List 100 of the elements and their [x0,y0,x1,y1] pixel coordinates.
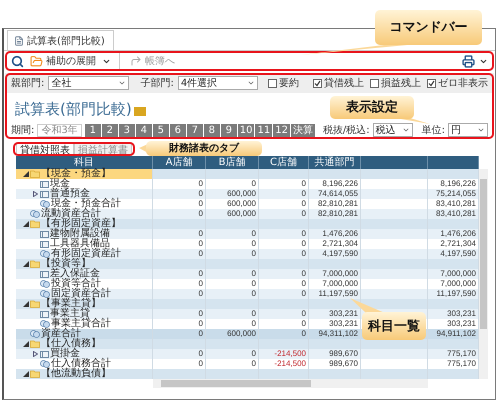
amount: 989,670 [329,349,358,359]
amount: 303,231 [329,309,358,319]
list-icon [40,350,49,358]
amount: 0 [302,279,306,289]
table-row[interactable]: 固定資産合計 0 0 0 11,197,590 11,197,590 [16,289,479,299]
tax-select[interactable]: 税込 [372,123,413,137]
amount: 0 [302,329,306,339]
account-name: 現金 [50,179,70,189]
account-name: 【有形固定資産】 [41,219,121,229]
unit-select[interactable]: 円 [448,123,488,137]
collapse-triangle-icon[interactable] [22,221,28,227]
table-row[interactable]: 建物附属設備 0 0 0 1,476,206 1,476,206 [16,229,479,239]
list-icon [40,310,49,318]
account-name: 仕入債務合計 [51,359,111,369]
table-row[interactable]: 【現金・預金】 [16,169,479,179]
horizontal-scrollbar[interactable] [153,379,428,388]
checkbox[interactable]: 要約 [268,76,299,90]
table-row[interactable]: 【有形固定資産】 [16,219,479,229]
month-button[interactable]: 3 [118,124,135,136]
report-title: 試算表(部門比較) [15,100,132,119]
amount: -214,500 [274,359,306,369]
amount: 0 [252,319,256,329]
amount: 0 [198,279,203,289]
document-tab[interactable]: 試算表(部門比較) [7,30,114,50]
table-row[interactable]: 買掛金 0 0 -214,500 989,670 775,170 [16,349,479,359]
month-button[interactable]: 2 [102,124,118,136]
amount: 0 [252,359,256,369]
account-name: 普通預金 [50,189,90,199]
collapse-triangle-icon[interactable] [22,301,28,307]
column-header[interactable]: 科目 [74,157,94,168]
table-row[interactable]: 事業主貸 0 0 0 303,231 303,231 [16,309,479,319]
month-button[interactable]: 8 [204,124,220,136]
table-row[interactable]: 【投資等】 [16,259,479,269]
account-name: 投資等合計 [51,279,101,289]
vertical-scrollbar[interactable] [479,169,488,379]
amount: 0 [198,249,203,259]
amount: 0 [198,229,203,239]
amount: 775,170 [447,349,476,359]
checkbox[interactable]: 貸借残上 [313,76,364,90]
document-icon [14,36,24,46]
parent-department-select[interactable]: 全社 [48,76,128,90]
month-button[interactable]: 5 [152,124,169,136]
amount: 0 [302,199,306,209]
amount: 0 [302,319,306,329]
collapse-triangle-icon[interactable] [22,261,28,267]
amount: 303,231 [447,309,476,319]
account-name: 固定資産合計 [51,289,111,299]
callout-label: 表示設定 [346,101,398,114]
month-button[interactable]: 1 [84,124,101,136]
month-button[interactable]: 7 [186,124,203,136]
month-button[interactable]: 12 [273,124,290,136]
amount: 0 [198,179,203,189]
child-department-select[interactable]: 4件選択 [178,76,258,90]
parent-department-label: 親部門: [11,76,44,90]
account-name: 流動資産合計 [41,209,101,219]
amount: 0 [198,349,203,359]
amount: 0 [198,199,203,209]
month-button[interactable]: 11 [255,124,272,136]
table-row[interactable]: 流動資産合計 0 600,000 0 82,810,281 83,410,281 [16,209,479,219]
amount: 303,231 [329,319,358,329]
month-button[interactable]: 9 [220,124,237,136]
expand-button[interactable]: 補助の展開 [28,54,98,68]
amount: 82,810,281 [318,199,358,209]
printer-icon[interactable] [462,54,475,68]
year-field[interactable]: 令和3年 [37,124,82,136]
collapse-triangle-icon[interactable] [22,171,28,177]
checkbox[interactable]: 損益残上 [370,76,421,90]
amount: 0 [252,249,256,259]
column-header[interactable]: C店舗 [270,157,297,168]
column-header[interactable]: A店舗 [166,157,192,168]
month-button[interactable]: 10 [238,124,254,136]
table-row[interactable]: 差入保証金 0 0 0 7,000,000 7,000,000 [16,269,479,279]
table-row[interactable]: 【他流動負債】 [16,369,479,379]
column-header[interactable]: B店舗 [218,157,246,168]
expand-triangle-icon[interactable] [33,191,38,197]
table-row[interactable]: 普通預金 0 600,000 0 74,614,055 75,214,055 [16,189,479,199]
month-button[interactable]: 決算 [290,124,315,136]
amount: 0 [302,269,306,279]
column-header[interactable]: 共通部門 [314,157,354,168]
amount: 0 [302,209,306,219]
amount: 0 [252,309,256,319]
table-row[interactable]: 【事業主貸】 [16,299,479,309]
table-row[interactable]: 有形固定資産計 0 0 0 4,197,590 4,197,590 [16,249,479,259]
checkbox[interactable]: ゼロ非表示 [427,76,488,90]
table-row[interactable]: 【仕入債務】 [16,339,479,349]
search-icon[interactable] [11,54,24,68]
collapse-triangle-icon[interactable] [22,371,28,377]
expand-triangle-icon[interactable] [33,351,38,357]
list-icon [40,240,49,248]
list-icon [40,230,49,238]
unit-label: 単位: [422,124,445,137]
amount: 83,410,281 [436,209,476,219]
amount: 600,000 [227,189,256,199]
amount: 0 [252,269,256,279]
amount: 2,721,304 [322,239,358,249]
amount: 1,476,206 [440,229,476,239]
amount: 989,670 [329,359,358,369]
month-button[interactable]: 6 [170,124,186,136]
collapse-triangle-icon[interactable] [22,341,28,347]
month-button[interactable]: 4 [136,124,152,136]
